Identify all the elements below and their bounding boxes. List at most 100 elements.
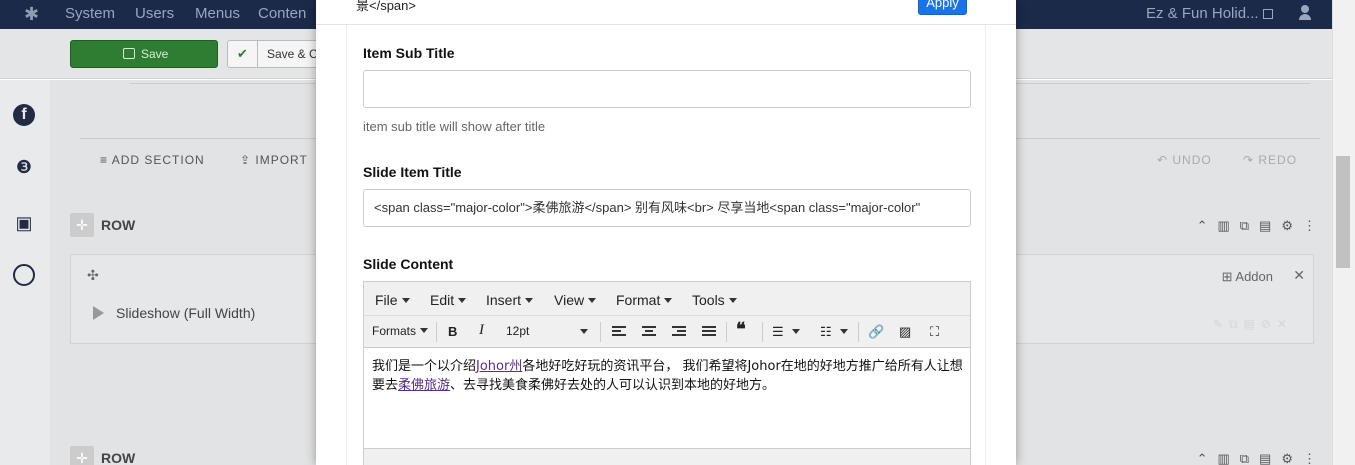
facebook-icon[interactable]: f [13, 104, 35, 126]
editor-statusbar [364, 448, 970, 465]
save-label: Save [141, 47, 169, 61]
editor-content[interactable]: 我们是一个以介绍Johor州各地好吃好玩的资讯平台， 我们希望将Johor在地的… [372, 357, 964, 395]
addon-item-label: Slideshow (Full Width) [116, 305, 256, 321]
font-size-dropdown[interactable]: 12pt [506, 324, 529, 338]
rich-text-editor: File Edit Insert View Format Tools Forma… [363, 281, 971, 465]
modal-body: Item Sub Title item sub title will show … [346, 25, 986, 465]
row-tools[interactable]: ⌃▥⧉▤⚙⋮ [1197, 218, 1326, 234]
chevron-down-icon [458, 298, 467, 303]
undo-label: UNDO [1172, 153, 1212, 167]
edit-icon [123, 48, 135, 59]
align-center-icon[interactable] [642, 326, 656, 338]
chevron-down-icon [588, 298, 597, 303]
menu-view[interactable]: View [554, 292, 597, 308]
save-close-label: Save & C [267, 47, 318, 61]
slide-content-label: Slide Content [363, 256, 454, 272]
modal-header: 景</span> Apply [316, 0, 1016, 25]
scrollbar-thumb[interactable] [1336, 156, 1350, 268]
chevron-down-icon [525, 298, 534, 303]
toolbar-separator [762, 322, 763, 342]
align-right-icon[interactable] [672, 326, 686, 338]
align-left-icon[interactable] [612, 326, 626, 338]
content-link-travel[interactable]: 柔佛旅游 [398, 378, 450, 393]
modal-header-text: 景</span> [356, 0, 416, 13]
import-button[interactable]: ⇪ IMPORT [240, 153, 308, 167]
apply-button[interactable]: Apply [918, 0, 967, 15]
css3-icon[interactable]: ❸ [13, 156, 35, 178]
nav-content[interactable]: Conten [258, 5, 306, 23]
numbered-list-icon[interactable]: ☷ [820, 324, 848, 340]
menu-tools[interactable]: Tools [692, 292, 737, 308]
site-link[interactable]: Ez & Fun Holid... [1146, 5, 1273, 23]
save-button[interactable]: Save [70, 40, 218, 68]
menu-tools-label: Tools [692, 292, 725, 308]
addon-tools[interactable]: ✎⧉▤⊘✕ [1213, 317, 1293, 332]
nav-system[interactable]: System [65, 5, 115, 23]
toolbar-separator [726, 322, 727, 342]
undo-button[interactable]: ↶ UNDO [1157, 153, 1212, 167]
nav-users[interactable]: Users [135, 5, 174, 23]
drag-handle-icon[interactable]: ✛ [70, 446, 94, 465]
bold-icon[interactable]: B [448, 324, 457, 339]
page-scrollbar[interactable] [1332, 0, 1355, 465]
sub-title-help: item sub title will show after title [363, 119, 546, 134]
addon-item[interactable]: Slideshow (Full Width) [93, 305, 255, 321]
menu-view-label: View [554, 292, 585, 308]
chevron-down-icon [664, 298, 673, 303]
bullet-list-icon[interactable]: ☰ [772, 324, 800, 340]
italic-icon[interactable]: I [479, 322, 484, 339]
add-addon-button[interactable]: ⊞ Addon [1222, 269, 1273, 285]
row-tools[interactable]: ⌃▥⧉▤⚙⋮ [1197, 451, 1326, 465]
blockquote-icon[interactable]: ❝ [736, 319, 746, 340]
align-justify-icon[interactable] [702, 326, 716, 338]
formats-dropdown[interactable]: Formats [372, 324, 429, 338]
toolbar-separator [858, 322, 859, 342]
external-link-icon [1262, 9, 1273, 19]
row-label: ROW [101, 450, 136, 465]
menu-insert[interactable]: Insert [486, 292, 534, 308]
menu-file-label: File [375, 292, 398, 308]
row-label: ROW [101, 217, 136, 233]
image-icon[interactable]: ▨ [899, 324, 911, 340]
font-size-value: 12pt [506, 324, 530, 338]
link-icon[interactable]: 🔗 [868, 324, 884, 340]
toolbar-separator [436, 322, 437, 342]
add-section-label: ADD SECTION [111, 153, 205, 167]
calendar-check-icon[interactable]: ▣ [13, 212, 35, 234]
content-text: 、去寻找美食柔佛好去处的人可以认识到本地的好地方。 [450, 378, 776, 393]
content-link-johor[interactable]: Johor州 [476, 359, 522, 374]
menu-format[interactable]: Format [616, 292, 673, 308]
formats-label: Formats [372, 324, 417, 338]
menu-insert-label: Insert [486, 292, 522, 308]
drag-handle-icon[interactable]: ✛ [70, 213, 94, 237]
font-size-caret[interactable] [576, 324, 588, 339]
sub-title-input[interactable] [363, 70, 971, 108]
redo-label: REDO [1258, 153, 1298, 167]
joomla-logo-icon[interactable]: ✱ [24, 4, 44, 24]
chevron-down-icon [580, 329, 588, 334]
menu-edit-label: Edit [430, 292, 455, 308]
menu-edit[interactable]: Edit [430, 292, 467, 308]
menu-file[interactable]: File [375, 292, 410, 308]
globe-icon[interactable] [13, 264, 35, 286]
play-icon [93, 306, 104, 320]
check-icon: ✔ [228, 41, 258, 67]
user-icon[interactable] [1298, 4, 1312, 20]
chevron-down-icon [420, 328, 429, 333]
nav-menus[interactable]: Menus [195, 5, 240, 23]
import-label: IMPORT [255, 153, 308, 167]
editor-menubar: File Edit Insert View Format Tools [364, 282, 970, 316]
slide-title-label: Slide Item Title [363, 164, 462, 180]
addon-label: Addon [1235, 269, 1273, 284]
content-text: 我们是一个以介绍 [372, 359, 477, 374]
fullscreen-icon[interactable]: ⛶ [930, 324, 939, 340]
move-icon[interactable]: ✣ [87, 267, 99, 284]
column-settings-icon[interactable]: ✕ [1293, 267, 1305, 284]
chevron-down-icon [839, 329, 848, 334]
site-name: Ez & Fun Holid... [1146, 5, 1259, 22]
redo-button[interactable]: ↷ REDO [1243, 153, 1297, 167]
add-section-button[interactable]: ≡ ADD SECTION [100, 153, 205, 167]
slide-title-input[interactable]: <span class="major-color">柔佛旅游</span> 别有… [363, 189, 971, 227]
menu-format-label: Format [616, 292, 661, 308]
chevron-down-icon [791, 329, 800, 334]
